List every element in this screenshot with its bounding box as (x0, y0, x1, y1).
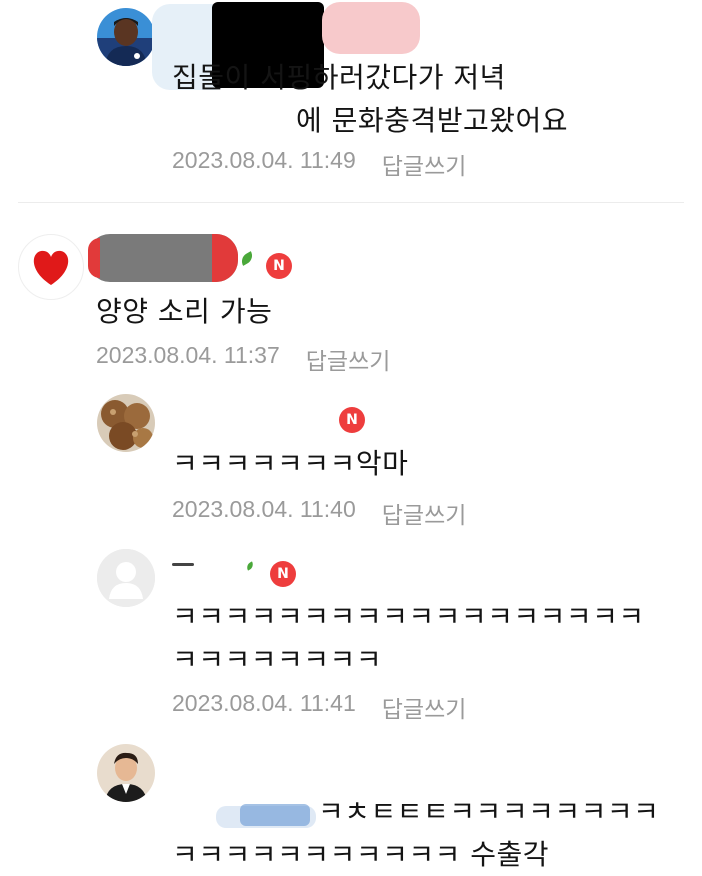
reply-button[interactable]: 답글쓰기 (306, 342, 391, 376)
comment-meta: 2023.08.04. 11:49 답글쓰기 (172, 147, 466, 181)
comment-meta: 2023.08.04. 11:41 답글쓰기 (172, 690, 466, 724)
reply-button[interactable]: 답글쓰기 (382, 496, 467, 530)
comment-item: N ㅋㅋㅋㅋㅋㅋㅋ악마 2023.08.04. 11:40 답글쓰기 (0, 390, 702, 530)
nickname-redacted (88, 238, 100, 278)
comment-body: ㅋㅋㅋㅋㅋㅋㅋㅋㅋㅋㅋㅋㅋㅋㅋㅋㅋㅋ ㅋㅋㅋㅋㅋㅋㅋㅋ (172, 600, 645, 676)
comment-timestamp: 2023.08.04. 11:41 (172, 690, 356, 716)
comment-item: 집돌이 서핑하러갔다가 저녁 에 문화충격받고왔어요 2023.08.04. 1… (0, 0, 702, 200)
comment-timestamp: 2023.08.04. 11:40 (172, 496, 356, 522)
new-badge: N (339, 407, 365, 433)
comment-body: 양양 소리 가능 (96, 295, 273, 328)
comment-body: 집돌이 서핑하러갔다가 저녁 에 문화충격받고왔어요 (172, 61, 569, 137)
avatar[interactable] (97, 8, 155, 66)
comment-body: ㅋㅋㅋㅋㅋㅋㅋ악마 (172, 447, 409, 480)
reply-button[interactable]: 답글쓰기 (382, 147, 467, 181)
comment-item: N 양양 소리 가능 2023.08.04. 11:37 답글쓰기 (0, 220, 702, 380)
comment-timestamp: 2023.08.04. 11:37 (96, 342, 280, 368)
comment-item: ㅋㅊㅌㅌㅌㅋㅋㅋㅋㅋㅋㅋㅋ ㅋㅋㅋㅋㅋㅋㅋㅋㅋㅋㅋ 수출각 (0, 740, 702, 873)
comment-item: N ㅋㅋㅋㅋㅋㅋㅋㅋㅋㅋㅋㅋㅋㅋㅋㅋㅋㅋ ㅋㅋㅋㅋㅋㅋㅋㅋ 2023.08.04… (0, 545, 702, 730)
avatar[interactable] (18, 234, 84, 300)
comment-timestamp: 2023.08.04. 11:49 (172, 147, 356, 173)
comment-meta: 2023.08.04. 11:40 답글쓰기 (172, 496, 466, 530)
comment-body-line: ㅋㅋㅋㅋㅋㅋㅋㅋㅋㅋㅋ 수출각 (172, 838, 550, 871)
default-profile-icon[interactable] (97, 549, 155, 607)
nickname-redacted (240, 804, 310, 826)
nickname-redacted (322, 2, 420, 54)
new-badge: N (270, 561, 296, 587)
avatar[interactable] (97, 394, 155, 452)
reply-button[interactable]: 답글쓰기 (382, 690, 467, 724)
leaf-icon (238, 251, 256, 266)
comment-body-line: ㅋㅊㅌㅌㅌㅋㅋㅋㅋㅋㅋㅋㅋ (318, 795, 660, 828)
comment-meta: 2023.08.04. 11:37 답글쓰기 (96, 342, 390, 376)
divider (18, 202, 684, 203)
heart-icon (33, 250, 69, 285)
nickname-redacted (172, 563, 194, 566)
new-badge: N (266, 253, 292, 279)
avatar[interactable] (97, 744, 155, 802)
leaf-icon (245, 561, 255, 571)
nickname-redacted (212, 234, 238, 282)
